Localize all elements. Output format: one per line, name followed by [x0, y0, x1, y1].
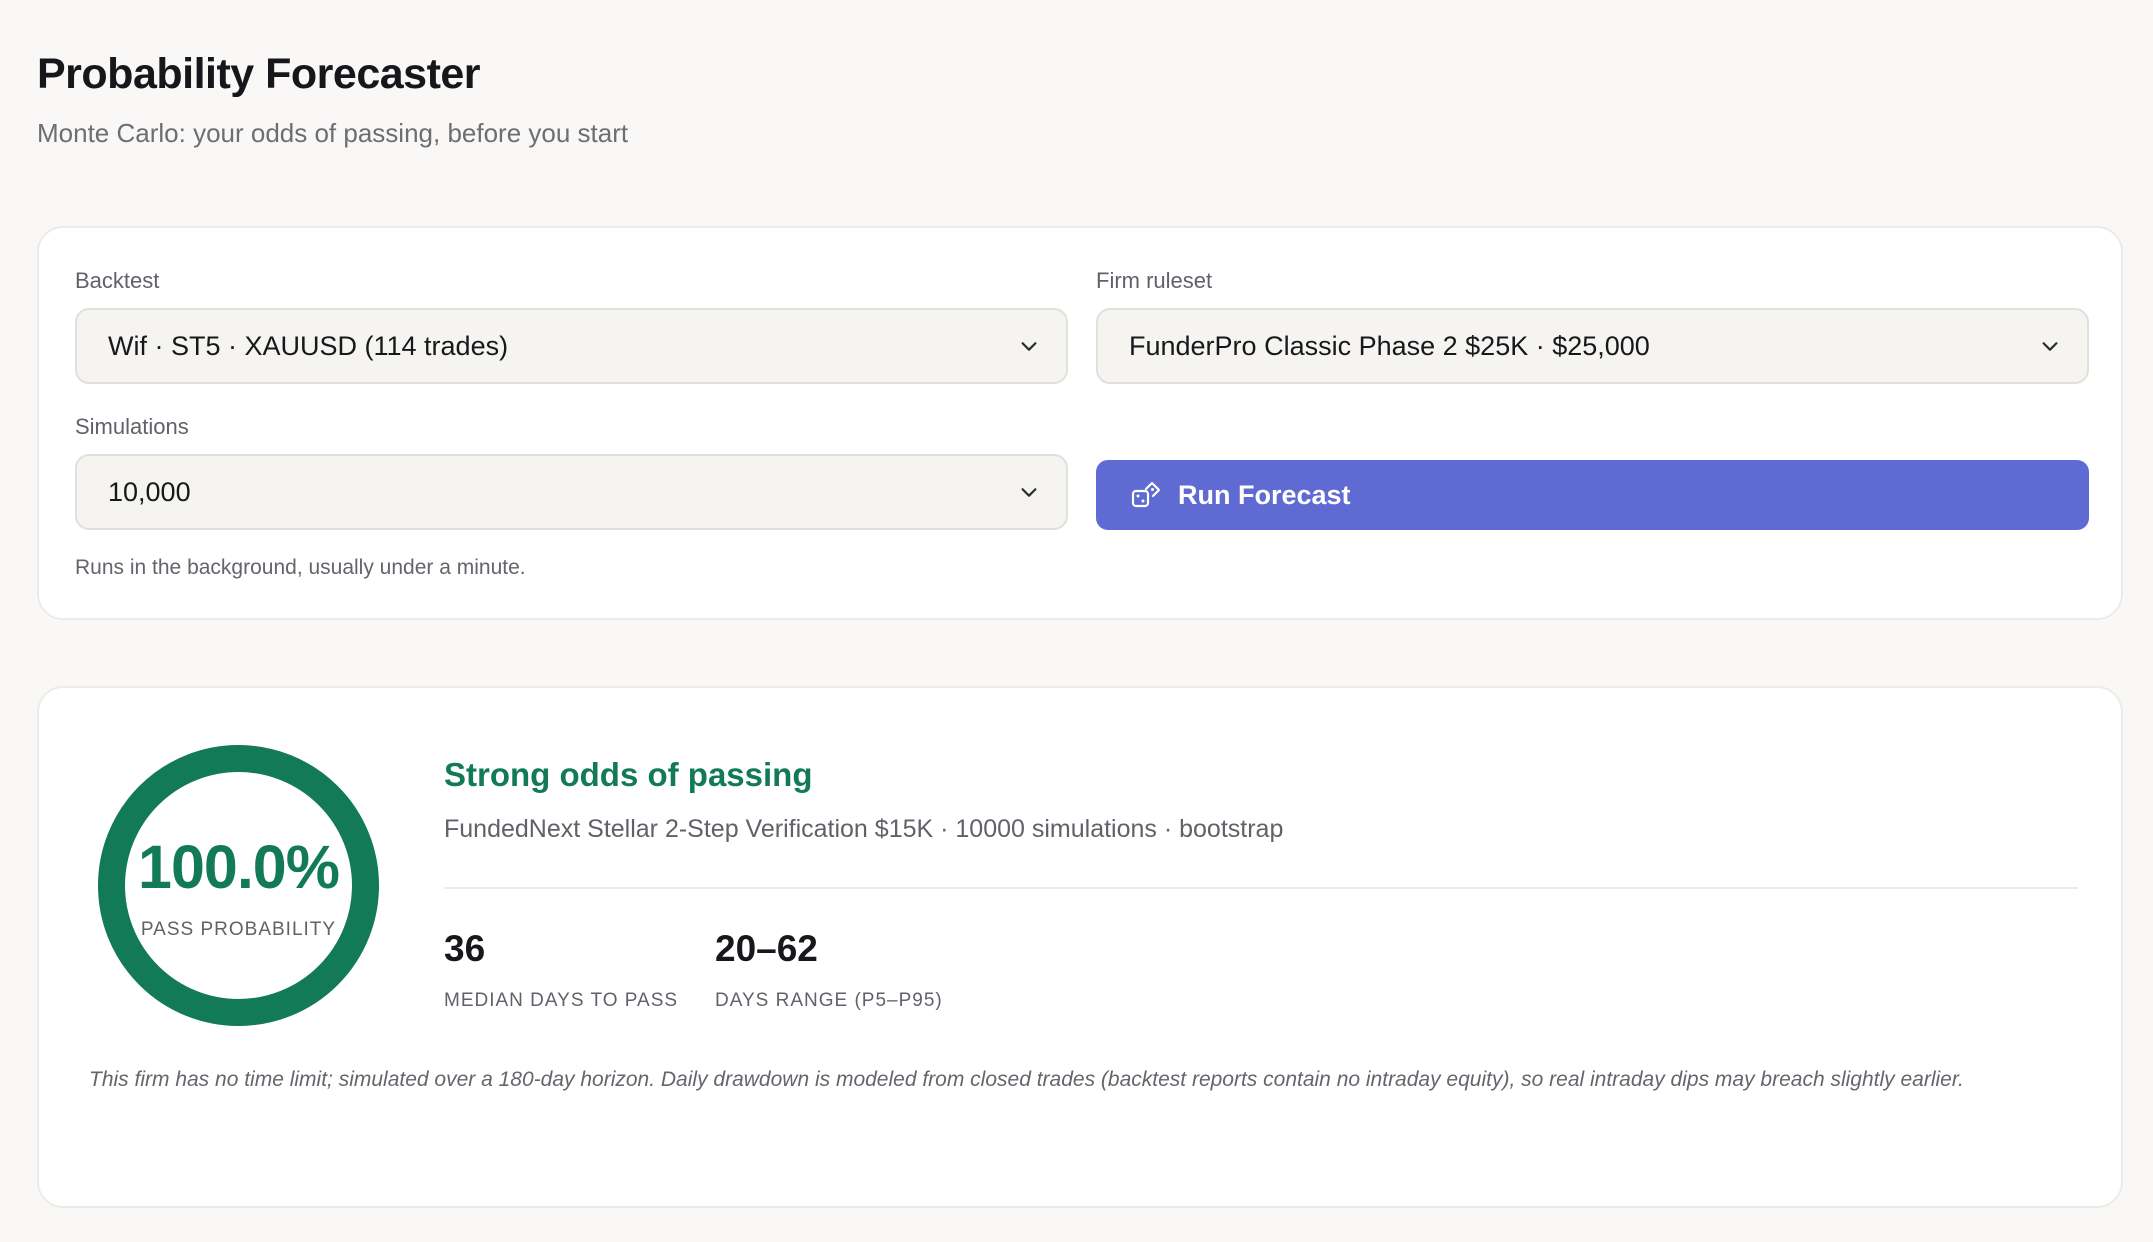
firm-ruleset-label: Firm ruleset — [1096, 268, 1213, 293]
median-days-label: MEDIAN DAYS TO PASS — [444, 990, 679, 1011]
pass-probability-gauge: 100.0% PASS PROBABILITY — [97, 744, 380, 1027]
backtest-select[interactable]: Wif · ST5 · XAUUSD (114 trades) — [75, 308, 1068, 384]
days-range-label: DAYS RANGE (P5–P95) — [715, 990, 943, 1011]
pass-probability-label: PASS PROBABILITY — [140, 919, 337, 940]
firm-ruleset-select[interactable]: FunderPro Classic Phase 2 $25K · $25,000 — [1096, 308, 2089, 384]
verdict-heading: Strong odds of passing — [444, 756, 813, 793]
chevron-down-icon — [2042, 342, 2058, 351]
page-subtitle: Monte Carlo: your odds of passing, befor… — [37, 118, 629, 148]
backtest-label: Backtest — [75, 268, 160, 293]
forecast-result-card: 100.0% PASS PROBABILITY Strong odds of p… — [37, 686, 2123, 1208]
simulations-select[interactable]: 10,000 — [75, 454, 1068, 530]
chevron-down-icon — [1021, 342, 1037, 351]
simulations-label: Simulations — [75, 414, 189, 439]
simulations-select-value: 10,000 — [108, 476, 191, 507]
forecast-summary: FundedNext Stellar 2-Step Verification $… — [444, 815, 1284, 843]
backtest-select-value: Wif · ST5 · XAUUSD (114 trades) — [108, 330, 509, 361]
chevron-down-icon — [1021, 488, 1037, 497]
run-forecast-button[interactable]: Run Forecast — [1096, 460, 2089, 530]
days-range-value: 20–62 — [715, 928, 818, 969]
divider — [444, 887, 2078, 889]
forecast-config-card: Backtest Wif · ST5 · XAUUSD (114 trades)… — [37, 226, 2123, 620]
page-title: Probability Forecaster — [37, 50, 481, 98]
run-hint: Runs in the background, usually under a … — [75, 556, 526, 579]
forecaster-page: Probability Forecaster Monte Carlo: your… — [0, 0, 2153, 1242]
median-days-value: 36 — [444, 928, 486, 969]
pass-probability-value: 100.0% — [138, 833, 340, 901]
dice-icon — [1131, 481, 1161, 508]
firm-ruleset-select-value: FunderPro Classic Phase 2 $25K · $25,000 — [1129, 330, 1650, 361]
simulation-footnote: This firm has no time limit; simulated o… — [89, 1068, 1964, 1091]
run-forecast-label: Run Forecast — [1178, 479, 1351, 510]
